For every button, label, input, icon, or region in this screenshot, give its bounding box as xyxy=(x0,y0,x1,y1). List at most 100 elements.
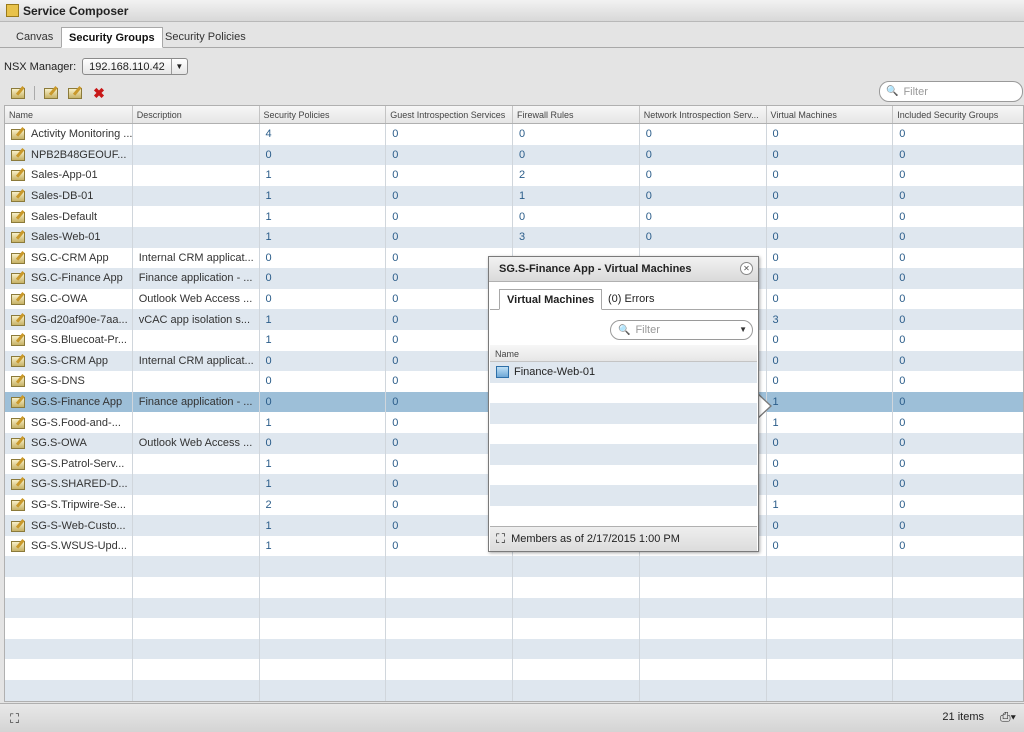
cell-included: 0 xyxy=(899,251,906,264)
cell-description xyxy=(133,144,260,166)
security-group-icon xyxy=(11,272,25,285)
delete-button[interactable]: ✖ xyxy=(91,85,107,101)
cell-policies: 1 xyxy=(260,515,387,536)
cell-name: Sales-Default xyxy=(5,206,133,227)
cell-firewall xyxy=(513,577,640,598)
cell-network: 0 xyxy=(640,185,767,207)
column-header-virtual-machines[interactable]: Virtual Machines xyxy=(767,106,894,123)
cell-name: SG.C-Finance App xyxy=(5,268,133,289)
cell-description xyxy=(133,371,260,392)
table-row[interactable]: Sales-Web-01 1 0 3 0 0 0 xyxy=(5,226,1023,248)
cell-policies xyxy=(260,556,387,578)
binoculars-icon[interactable]: ⛶ xyxy=(10,711,19,727)
tab-virtual-machines[interactable]: Virtual Machines xyxy=(499,289,603,310)
cell-description xyxy=(133,494,260,516)
cell-included: 0 xyxy=(899,313,906,326)
cell-policies: 0 xyxy=(260,432,387,454)
cell-vms: 0 xyxy=(767,350,894,372)
table-row[interactable]: Sales-DB-01 1 0 1 0 0 0 xyxy=(5,185,1023,207)
cell-policies: 1 xyxy=(260,453,387,475)
cell-vms xyxy=(767,597,894,619)
empty-row xyxy=(5,659,1023,681)
cell-included: 0 xyxy=(899,293,906,306)
column-header-firewall-rules[interactable]: Firewall Rules xyxy=(513,106,640,123)
column-header-guest-introspection[interactable]: Guest Introspection Services xyxy=(386,106,513,123)
export-icon[interactable]: ⎙▾ xyxy=(1000,709,1016,725)
cell-policies xyxy=(260,597,387,619)
column-header-network-introspection[interactable]: Network Introspection Serv... xyxy=(640,106,767,123)
cell-included: 0 xyxy=(899,540,906,553)
security-group-icon xyxy=(11,478,25,491)
cell-description xyxy=(133,638,260,660)
new-security-group-button[interactable] xyxy=(10,85,26,101)
cell-policies: 0 xyxy=(260,391,387,413)
empty-row xyxy=(5,638,1023,660)
cell-vms: 0 xyxy=(767,165,894,186)
cell-vms xyxy=(767,680,894,701)
tab-canvas[interactable]: Canvas xyxy=(9,27,60,48)
cell-name: Sales-DB-01 xyxy=(5,185,133,207)
chevron-down-icon[interactable]: ▼ xyxy=(739,325,747,334)
cell-included: 0 xyxy=(899,128,906,141)
cell-description xyxy=(133,165,260,186)
vm-list-item[interactable]: Finance-Web-01 xyxy=(490,362,757,383)
column-header-name[interactable]: Name xyxy=(5,106,133,123)
cell-policies: 1 xyxy=(260,309,387,330)
table-row[interactable]: Sales-Default 1 0 0 0 0 0 xyxy=(5,206,1023,227)
cell-included: 0 xyxy=(899,519,906,532)
column-header-security-policies[interactable]: Security Policies xyxy=(260,106,387,123)
security-group-icon xyxy=(11,334,25,347)
table-row[interactable]: Activity Monitoring ... 4 0 0 0 0 0 xyxy=(5,124,1023,145)
copy-security-group-button[interactable] xyxy=(67,85,83,101)
cell-network xyxy=(640,556,767,578)
column-header-included-groups[interactable]: Included Security Groups xyxy=(893,106,1023,123)
tab-errors[interactable]: (0) Errors xyxy=(601,289,661,310)
cell-guest xyxy=(386,556,513,578)
cell-description xyxy=(133,577,260,598)
cell-guest: 0 xyxy=(386,226,513,248)
cell-included: 0 xyxy=(899,272,906,285)
cell-name xyxy=(5,556,133,578)
cell-policies xyxy=(260,638,387,660)
cell-name: SG-S-Web-Custo... xyxy=(5,515,133,536)
security-group-icon xyxy=(11,540,25,553)
cell-description xyxy=(133,185,260,207)
status-bar: ⛶ 21 items ⎙▾ xyxy=(0,703,1024,732)
empty-row xyxy=(490,382,757,403)
edit-security-group-button[interactable] xyxy=(43,85,59,101)
cell-policies: 1 xyxy=(260,535,387,557)
close-icon[interactable]: ✕ xyxy=(740,262,753,275)
cell-firewall xyxy=(513,638,640,660)
popup-filter-input[interactable]: 🔍 Filter ▼ xyxy=(610,320,753,340)
cell-firewall: 0 xyxy=(513,144,640,166)
search-input[interactable]: 🔍 Filter xyxy=(879,81,1023,102)
nsx-manager-dropdown[interactable]: 192.168.110.42 ▼ xyxy=(82,58,188,75)
tab-security-policies[interactable]: Security Policies xyxy=(158,27,253,48)
copy-icon xyxy=(68,87,82,99)
cell-guest: 0 xyxy=(386,185,513,207)
security-group-icon xyxy=(11,499,25,511)
cell-network xyxy=(640,577,767,598)
cell-description: Internal CRM applicat... xyxy=(133,350,260,372)
cell-guest: 0 xyxy=(386,206,513,227)
cell-network xyxy=(640,638,767,660)
cell-included: 0 xyxy=(899,231,906,244)
cell-vms: 0 xyxy=(767,247,894,269)
cell-description xyxy=(133,329,260,351)
cell-vms xyxy=(767,556,894,578)
table-row[interactable]: NPB2B48GEOUF... 0 0 0 0 0 0 xyxy=(5,144,1023,166)
table-row[interactable]: Sales-App-01 1 0 2 0 0 0 xyxy=(5,165,1023,186)
cell-description: Finance application - ... xyxy=(133,391,260,413)
cell-included: 0 xyxy=(899,478,906,491)
cell-firewall xyxy=(513,597,640,619)
search-icon: 🔍 xyxy=(618,324,631,336)
cell-description xyxy=(133,453,260,475)
vm-list-header[interactable]: Name xyxy=(490,345,757,362)
column-header-description[interactable]: Description xyxy=(133,106,260,123)
cell-firewall xyxy=(513,659,640,681)
cell-description: Outlook Web Access ... xyxy=(133,432,260,454)
empty-row xyxy=(490,464,757,485)
tab-security-groups[interactable]: Security Groups xyxy=(61,27,163,48)
cell-guest: 0 xyxy=(386,165,513,186)
cell-description xyxy=(133,535,260,557)
